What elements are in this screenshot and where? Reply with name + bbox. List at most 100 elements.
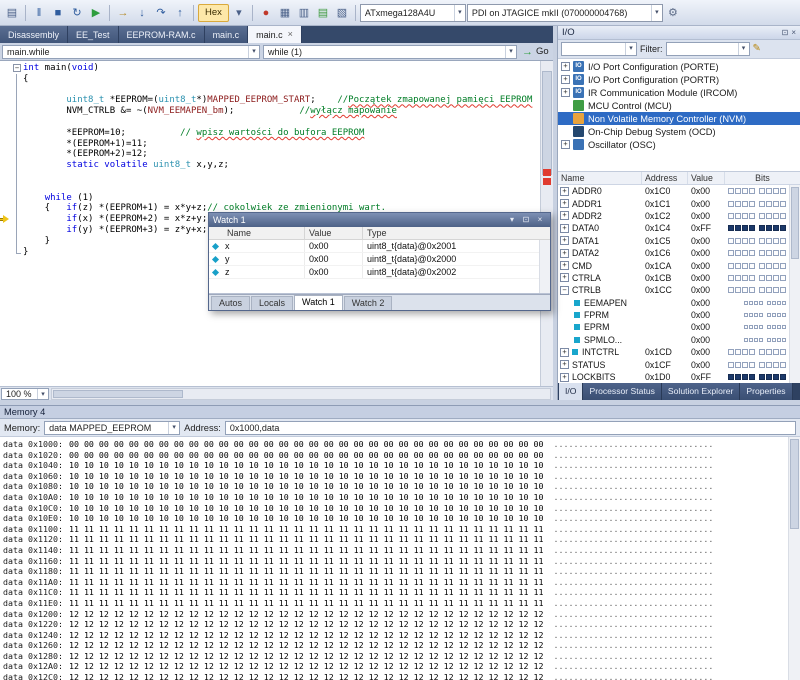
memory-dropdown[interactable]: data MAPPED_EEPROM ▾ [44,421,180,435]
register-bit-row[interactable]: SPMLO...0x00 [558,334,800,346]
register-row[interactable]: +ADDR00x1C00x00 [558,185,800,197]
col-value[interactable]: Value [688,172,725,184]
watch-row[interactable]: z0x00uint8_t{data}@0x2002 [209,266,550,279]
pin-icon[interactable]: ⊡ [520,213,532,227]
scrollbar-thumb[interactable] [790,439,799,529]
go-button[interactable]: Go [536,46,549,57]
window-menu-icon[interactable]: ▾ [506,213,518,227]
watch-tab[interactable]: Locals [251,296,293,310]
watch-tab[interactable]: Watch 1 [294,295,343,310]
register-row[interactable]: +LOCKBITS0x1D00xFF [558,371,800,383]
expander-icon[interactable]: + [560,224,569,233]
expander-icon[interactable]: + [560,348,569,357]
scrollbar-thumb[interactable] [791,187,799,259]
restart-debugging-icon[interactable]: ↻ [68,4,86,22]
register-bit-row[interactable]: FPRM0x00 [558,309,800,321]
step-out-icon[interactable]: ↑ [171,4,189,22]
expander-icon[interactable]: + [560,236,569,245]
register-row[interactable]: +ADDR10x1C10x00 [558,197,800,209]
editor-tab[interactable]: EE_Test [68,26,119,43]
highlight-pencil-icon[interactable]: ✎ [753,44,761,54]
tool-settings-icon[interactable]: ⚙ [664,4,682,22]
col-type[interactable]: Type [363,227,550,239]
editor-tab[interactable]: EEPROM-RAM.c [119,26,205,43]
expander-icon[interactable]: + [560,261,569,270]
editor-tab[interactable]: main.c [205,26,249,43]
memory-content[interactable]: data 0x1000:00 00 00 00 00 00 00 00 00 0… [0,437,800,680]
expander-icon[interactable]: + [560,373,569,382]
register-vscrollbar[interactable] [789,185,800,383]
filter-dropdown[interactable]: ▾ [666,42,750,56]
watch-tab[interactable]: Watch 2 [344,296,393,310]
toolbar-options-icon[interactable]: ▾ [230,4,248,22]
editor-hscrollbar[interactable] [51,388,551,400]
breakpoints-window-icon[interactable]: ● [257,4,275,22]
memory-vscrollbar[interactable] [788,437,800,680]
col-bits[interactable]: Bits [725,172,800,184]
expander-icon[interactable]: − [560,286,569,295]
scope-dropdown[interactable]: main.while ▾ [2,45,260,59]
register-bit-row[interactable]: EEMAPEN0x00 [558,297,800,309]
expander-icon[interactable]: + [560,360,569,369]
debugger-interface-select[interactable]: PDI on JTAGICE mkII (070000004768)▾ [467,4,663,22]
expander-icon[interactable]: + [560,273,569,282]
register-row[interactable]: +DATA00x1C40xFF [558,222,800,234]
show-next-statement-icon[interactable]: → [114,4,132,22]
close-icon[interactable]: × [791,28,796,37]
col-address[interactable]: Address [642,172,688,184]
io-tree-item[interactable]: Non Volatile Memory Controller (NVM) [558,112,800,125]
step-into-icon[interactable]: ↓ [133,4,151,22]
io-view-dropdown[interactable]: ▾ [561,42,637,56]
scrollbar-thumb[interactable] [53,390,183,398]
register-row[interactable]: +CMD0x1CA0x00 [558,259,800,271]
hex-toggle-button[interactable]: Hex [198,4,229,22]
save-all-icon[interactable]: ▤ [3,4,21,22]
close-icon[interactable]: × [288,30,293,39]
expander-icon[interactable]: + [561,140,570,149]
col-name[interactable]: Name [558,172,642,184]
close-icon[interactable]: × [534,213,546,227]
io-tree-item[interactable]: +IOI/O Port Configuration (PORTE) [558,60,800,73]
register-row[interactable]: +ADDR20x1C20x00 [558,210,800,222]
watch-row[interactable]: y0x00uint8_t{data}@0x2000 [209,253,550,266]
go-arrow-icon[interactable]: → [522,46,533,58]
pause-icon[interactable]: ‖ [30,4,48,22]
register-row[interactable]: −CTRLB0x1CC0x00 [558,284,800,296]
stop-debugging-icon[interactable]: ■ [49,4,67,22]
io-tree-item[interactable]: On-Chip Debug System (OCD) [558,125,800,138]
register-row[interactable]: +INTCTRL0x1CD0x00 [558,346,800,358]
processor-view-icon[interactable]: ▧ [333,4,351,22]
expander-icon[interactable]: + [560,187,569,196]
expander-icon[interactable]: + [560,249,569,258]
watch-vscrollbar[interactable] [539,240,550,293]
memory-window-icon[interactable]: ▥ [295,4,313,22]
register-row[interactable]: +STATUS0x1CF0x00 [558,358,800,370]
panel-tab[interactable]: Solution Explorer [662,383,740,400]
device-select[interactable]: ATxmega128A4U▾ [360,4,466,22]
address-input[interactable]: 0x1000,data [225,421,796,435]
expander-icon[interactable]: + [560,199,569,208]
editor-tab[interactable]: Disassembly [0,26,68,43]
zoom-dropdown[interactable]: 100 % ▾ [1,388,49,400]
watch-tab[interactable]: Autos [211,296,250,310]
expander-icon[interactable]: + [561,62,570,71]
fold-collapse-icon[interactable]: − [13,64,21,72]
io-tree-item[interactable]: +IOIR Communication Module (IRCOM) [558,86,800,99]
col-name[interactable]: Name [209,227,305,239]
scrollbar-thumb[interactable] [542,71,552,175]
register-row[interactable]: +DATA20x1C60x00 [558,247,800,259]
expander-icon[interactable]: + [561,88,570,97]
watch-titlebar[interactable]: Watch 1 ▾ ⊡ × [209,213,550,227]
io-tree-item[interactable]: +IOI/O Port Configuration (PORTR) [558,73,800,86]
watch-window-icon[interactable]: ▦ [276,4,294,22]
register-bit-row[interactable]: EPRM0x00 [558,321,800,333]
pin-icon[interactable]: ⊡ [782,28,789,37]
io-tree-item[interactable]: +Oscillator (OSC) [558,138,800,151]
register-row[interactable]: +DATA10x1C50x00 [558,235,800,247]
register-row[interactable]: +CTRLA0x1CB0x00 [558,272,800,284]
editor-tab[interactable]: main.c× [248,26,302,43]
member-dropdown[interactable]: while (1) ▾ [263,45,517,59]
io-view-icon[interactable]: ▤ [314,4,332,22]
col-value[interactable]: Value [305,227,363,239]
step-over-icon[interactable]: ↷ [152,4,170,22]
